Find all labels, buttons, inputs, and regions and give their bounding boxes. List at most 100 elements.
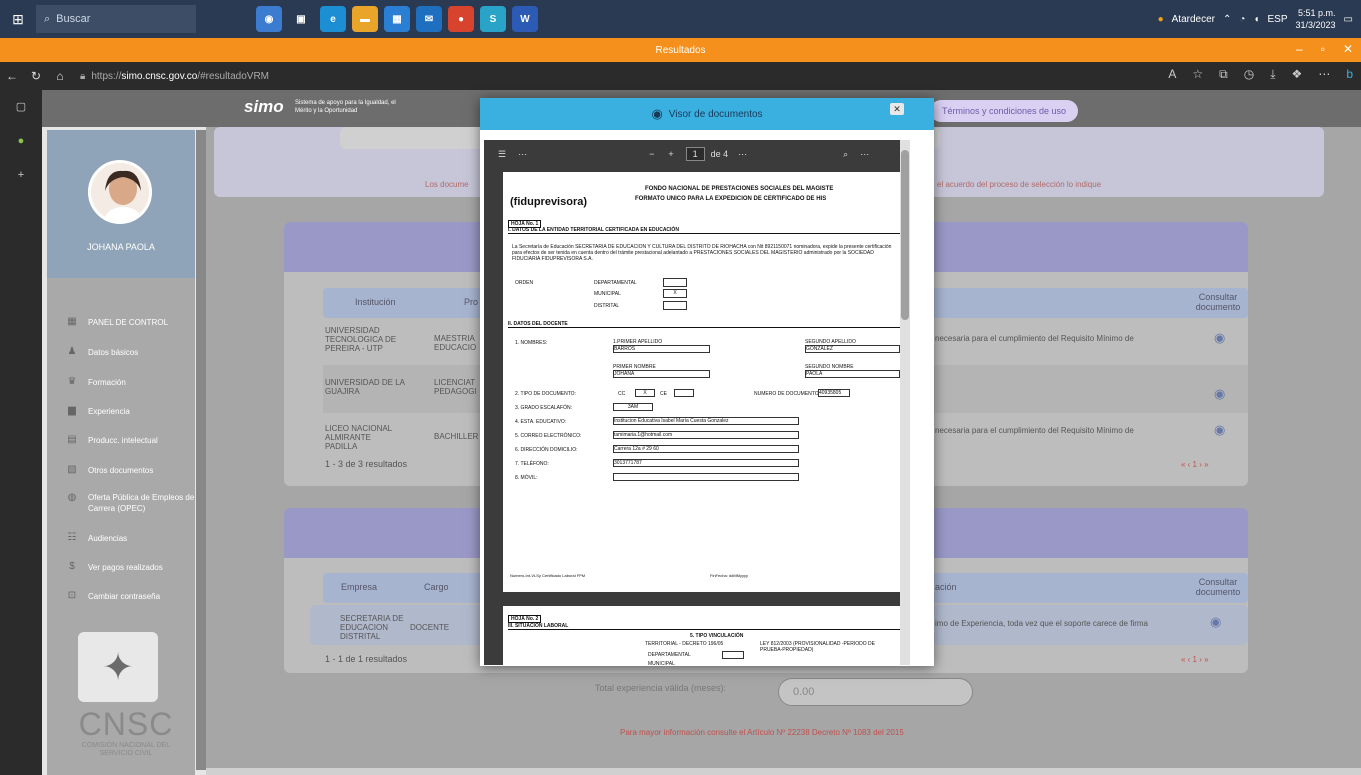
windows-taskbar: ⊞ ⌕ Buscar ◉ ▣ e ▬ ▦ ✉ ● S W ● Atardecer…	[0, 0, 1361, 38]
movil-value	[613, 473, 799, 481]
search-icon: ⌕	[44, 12, 51, 25]
store-icon[interactable]: ▦	[384, 6, 410, 32]
sheet-label-2: HOJA No. 2	[508, 615, 542, 623]
view-document-icon[interactable]: ◉	[1214, 386, 1225, 402]
sidebar-item-password[interactable]: ⊡ Cambiar contraseña	[66, 590, 160, 602]
favorite-icon[interactable]: ☆	[1192, 67, 1203, 82]
sidebar-item-pagos[interactable]: $ Ver pagos realizados	[66, 561, 163, 573]
search-icon[interactable]: ⌕	[843, 149, 848, 160]
education-pagination[interactable]: « ‹ 1 › »	[1181, 460, 1209, 469]
close-icon[interactable]: ✕	[890, 103, 904, 115]
terms-button[interactable]: Términos y condiciones de uso	[930, 100, 1079, 122]
view-document-icon[interactable]: ◉	[1210, 614, 1221, 630]
sidebar-item-formacion[interactable]: ♛ Formación	[66, 376, 126, 388]
dept-label: DEPARTAMENTAL	[594, 280, 637, 286]
address-bar[interactable]: 🔒︎ https://simo.cnsc.gov.co/#resultadoVR…	[80, 66, 560, 86]
tray-chevron-icon[interactable]: ⌃	[1223, 14, 1231, 25]
col-empresa: Empresa	[341, 582, 378, 592]
volume-icon[interactable]: ◖	[1253, 14, 1259, 25]
clock[interactable]: 5:51 p.m. 31/3/2023	[1296, 7, 1336, 31]
tab-actions-icon[interactable]: ▢	[16, 100, 26, 113]
more-icon[interactable]: ⋯	[1318, 67, 1330, 82]
downloads-icon[interactable]: ⤓	[1270, 67, 1275, 82]
read-aloud-icon[interactable]: A	[1168, 67, 1176, 82]
row1-program: MAESTRIA EDUCACIO	[434, 334, 477, 352]
simo-logo[interactable]: simo	[244, 97, 284, 117]
notification-icon[interactable]: ▭	[1344, 14, 1353, 25]
task-view-icon[interactable]: ▣	[288, 6, 314, 32]
view-document-icon[interactable]: ◉	[1214, 330, 1225, 346]
clock-date: 31/3/2023	[1295, 20, 1336, 30]
skype-icon[interactable]: S	[480, 6, 506, 32]
pdf-toolbar: ☰ ⋯ − + 1 de 4 ⋯ ⌕ ⋯	[484, 140, 900, 168]
folder-icon: ▧	[67, 464, 77, 475]
sidebar-item-panel[interactable]: ▦ PANEL DE CONTROL	[66, 316, 168, 328]
refresh-icon[interactable]: ↻	[24, 69, 48, 83]
tab-favicon-icon[interactable]: ●	[18, 135, 25, 147]
territorial-label: TERRITORIAL - DECRETO 196/05	[645, 641, 724, 647]
sidebar-item-label: Oferta Pública de Empleos de Carrera (OP…	[88, 493, 195, 513]
mail-icon[interactable]: ✉	[416, 6, 442, 32]
clock-time: 5:51 p.m.	[1298, 8, 1336, 18]
network-icon[interactable]: ◔	[1239, 14, 1245, 25]
sidebar-item-label: Audiencias	[88, 533, 128, 543]
experience-pagination[interactable]: « ‹ 1 › »	[1181, 655, 1209, 664]
bing-icon[interactable]: b	[1346, 67, 1353, 82]
sidebar-item-datos[interactable]: ♟ Datos básicos	[66, 346, 139, 358]
num-doc-label: NUMERO DE DOCUMENTO	[754, 391, 819, 397]
toc-icon[interactable]: ☰	[498, 149, 506, 160]
more-tools-icon[interactable]: ⋯	[518, 149, 527, 160]
close-window-icon[interactable]: ✕	[1343, 42, 1353, 56]
footnote: Para mayor información consulte el Artíc…	[620, 728, 904, 737]
row3-program: BACHILLER	[434, 432, 479, 441]
telefono-value: 3013771787	[613, 459, 799, 467]
segundo-apellido-value: GONZALEZ	[805, 345, 900, 353]
zoom-out-icon[interactable]: −	[649, 149, 654, 159]
search-placeholder: Buscar	[56, 13, 91, 25]
more-icon[interactable]: ⋯	[738, 149, 747, 160]
section-3-title: III. SITUACIÓN LABORAL	[508, 623, 900, 630]
page-number-input[interactable]: 1	[685, 147, 705, 161]
word-icon[interactable]: W	[512, 6, 538, 32]
col-consultar: Consultar documento	[1195, 577, 1241, 597]
windows-start-icon[interactable]: ⊞	[0, 0, 36, 38]
globe-icon: ◍	[67, 492, 77, 503]
window-title: Resultados	[655, 44, 706, 56]
weather-icon[interactable]: ●	[1158, 14, 1164, 25]
edge-icon[interactable]: e	[320, 6, 346, 32]
sidebar-scrollbar[interactable]	[196, 130, 206, 770]
maximize-icon[interactable]: ▫	[1321, 42, 1325, 56]
mun-label: MUNICIPAL	[594, 291, 621, 297]
home-icon[interactable]: ⌂	[48, 69, 72, 83]
row1-note: necesaria para el cumplimiento del Requi…	[935, 334, 1134, 343]
page-count: de 4	[710, 149, 729, 159]
weather-label[interactable]: Atardecer	[1172, 14, 1215, 25]
doc-title-2: FORMATO UNICO PARA LA EXPEDICION DE CERT…	[635, 196, 827, 202]
zoom-in-icon[interactable]: +	[668, 149, 673, 159]
row1-institution: UNIVERSIDAD TECNOLOGICA DE PEREIRA - UTP	[325, 326, 397, 353]
sidebar-item-produccion[interactable]: ▤ Producc. intelectual	[66, 434, 158, 446]
add-tab-icon[interactable]: +	[18, 169, 24, 181]
view-document-icon[interactable]: ◉	[1214, 422, 1225, 438]
direccion-value: Carrera 12a # 29 60	[613, 445, 799, 453]
app-icon[interactable]: ◉	[256, 6, 282, 32]
telefono-label: 7. TELÉFONO:	[515, 461, 549, 467]
sidebar-item-otros[interactable]: ▧ Otros documentos	[66, 464, 153, 476]
sidebar-item-audiencias[interactable]: ☷ Audiencias	[66, 532, 128, 544]
overflow-icon[interactable]: ⋯	[860, 149, 869, 160]
collections-icon[interactable]: ⧉	[1219, 67, 1228, 82]
pdf-scrollbar-thumb[interactable]	[901, 150, 909, 320]
lang-indicator[interactable]: ESP	[1267, 14, 1287, 25]
history-icon[interactable]: ◷	[1244, 67, 1254, 82]
minimize-icon[interactable]: –	[1296, 42, 1303, 56]
cnsc-logo-text: CNSC	[78, 706, 174, 742]
back-icon[interactable]: ←	[0, 69, 24, 83]
chrome-icon[interactable]: ●	[448, 6, 474, 32]
sidebar-item-opec[interactable]: ◍ Oferta Pública de Empleos de Carrera (O…	[66, 492, 198, 514]
taskbar-search[interactable]: ⌕ Buscar	[36, 5, 196, 33]
file-explorer-icon[interactable]: ▬	[352, 6, 378, 32]
extensions-icon[interactable]: ❖	[1292, 67, 1303, 82]
horizontal-scrollbar[interactable]	[206, 768, 1361, 775]
tipo-doc-label: 2. TIPO DE DOCUMENTO:	[515, 391, 576, 397]
sidebar-item-experiencia[interactable]: ▆ Experiencia	[66, 405, 130, 417]
